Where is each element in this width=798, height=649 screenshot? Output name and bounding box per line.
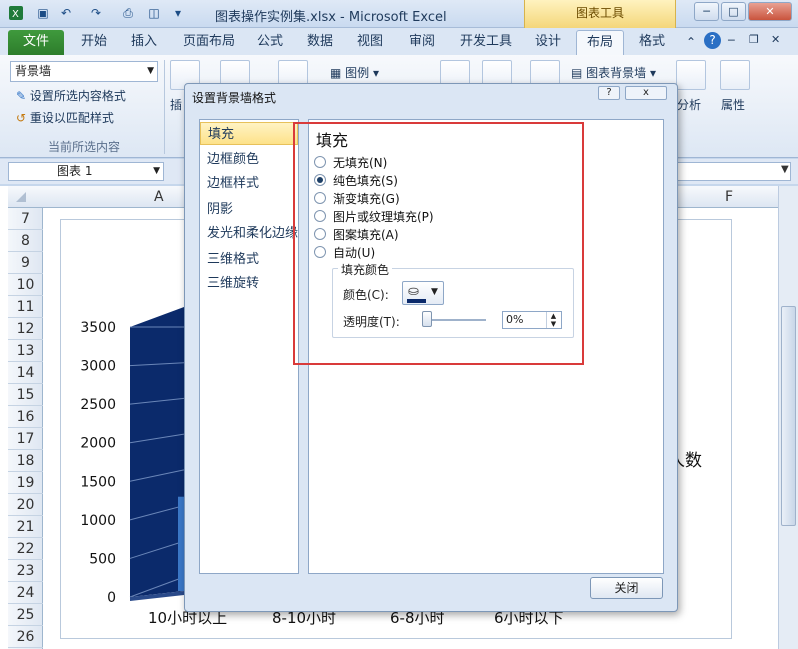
dialog-title: 设置背景墙格式 <box>192 91 277 105</box>
y-tick-label: 1500 <box>80 474 116 490</box>
undo-icon[interactable]: ↶ <box>58 5 74 21</box>
row-header-11[interactable]: 11 <box>8 296 43 318</box>
row-header-21[interactable]: 21 <box>8 516 43 538</box>
customize-toolbar-icon[interactable]: ▾ <box>170 5 186 21</box>
tab-design[interactable]: 设计 <box>528 30 568 55</box>
tab-format[interactable]: 格式 <box>632 30 672 55</box>
doc-minimize-icon[interactable]: ─ <box>728 34 735 47</box>
nav-glow-soft-edges[interactable]: 发光和柔化边缘 <box>200 222 298 245</box>
tab-layout[interactable]: 布局 <box>576 30 624 55</box>
y-tick-label: 3000 <box>80 359 116 375</box>
print-icon[interactable]: ⎙ <box>120 5 136 21</box>
tab-developer[interactable]: 开发工具 <box>454 30 518 55</box>
column-f-header[interactable]: F <box>725 189 733 205</box>
row-header-24[interactable]: 24 <box>8 582 43 604</box>
row-headers: 7 8 9 10 11 12 13 14 15 16 17 18 19 20 21 22 23 24 25 26 <box>8 208 43 649</box>
row-header-26[interactable]: 26 <box>8 626 43 648</box>
row-header-10[interactable]: 10 <box>8 274 43 296</box>
y-tick-label: 1000 <box>80 513 116 529</box>
nav-shadow[interactable]: 阴影 <box>200 198 298 221</box>
vertical-scrollbar[interactable] <box>778 186 798 649</box>
chart-wall-button[interactable]: ▤ 图表背景墙 ▾ <box>571 64 656 81</box>
nav-3d-rotation[interactable]: 三维旋转 <box>200 272 298 295</box>
row-header-15[interactable]: 15 <box>8 384 43 406</box>
group-current-selection: 当前所选内容 <box>47 140 120 154</box>
print-preview-icon[interactable]: ◫ <box>146 5 162 21</box>
chart-element-select[interactable]: 背景墙 ▼ <box>10 61 158 82</box>
scroll-thumb[interactable] <box>781 306 796 526</box>
row-header-7[interactable]: 7 <box>8 208 43 230</box>
row-header-9[interactable]: 9 <box>8 252 43 274</box>
legend-icon: ▦ <box>330 66 342 80</box>
help-icon[interactable]: ? <box>704 32 721 49</box>
reset-icon: ↺ <box>16 111 27 125</box>
tab-view[interactable]: 视图 <box>350 30 390 55</box>
select-all-icon[interactable] <box>16 192 26 202</box>
excel-logo-icon: X <box>8 5 24 21</box>
name-box[interactable]: 图表 1 ▼ <box>8 162 164 181</box>
formula-input[interactable] <box>677 162 791 181</box>
expand-formula-icon[interactable]: ▼ <box>781 164 789 175</box>
y-tick-label: 0 <box>107 590 116 606</box>
tab-page-layout[interactable]: 页面布局 <box>178 30 240 55</box>
y-tick-label: 2500 <box>80 397 116 413</box>
maximize-button[interactable]: □ <box>721 2 746 21</box>
tab-file[interactable]: 文件 <box>8 30 64 55</box>
nav-3d-format[interactable]: 三维格式 <box>200 248 298 271</box>
legend-button[interactable]: ▦ 图例 ▾ <box>330 64 379 81</box>
chart-wall-icon: ▤ <box>571 66 583 80</box>
row-header-19[interactable]: 19 <box>8 472 43 494</box>
properties-label[interactable]: 属性 <box>721 96 745 113</box>
save-icon[interactable]: ▣ <box>35 5 51 21</box>
row-header-14[interactable]: 14 <box>8 362 43 384</box>
ribbon-tabs: 文件 开始 插入 页面布局 公式 数据 视图 审阅 开发工具 设计 布局 格式 … <box>0 28 798 55</box>
dialog-nav-list: 填充 边框颜色 边框样式 阴影 发光和柔化边缘 三维格式 三维旋转 <box>199 119 299 574</box>
y-tick-label: 500 <box>89 551 116 567</box>
row-header-8[interactable]: 8 <box>8 230 43 252</box>
dialog-close-button[interactable]: 关闭 <box>590 577 663 599</box>
title-bar: X ▣ ↶ ↷ ⎙ ◫ ▾ 图表操作实例集.xlsx - Microsoft E… <box>0 0 798 28</box>
doc-close-icon[interactable]: ✕ <box>771 33 780 46</box>
tab-insert[interactable]: 插入 <box>124 30 164 55</box>
tab-home[interactable]: 开始 <box>74 30 114 55</box>
svg-text:X: X <box>12 9 19 20</box>
row-header-16[interactable]: 16 <box>8 406 43 428</box>
format-selection-button[interactable]: ✎ 设置所选内容格式 <box>16 87 126 104</box>
row-header-20[interactable]: 20 <box>8 494 43 516</box>
close-window-button[interactable]: ✕ <box>748 2 792 21</box>
reset-style-button[interactable]: ↺ 重设以匹配样式 <box>16 109 114 126</box>
highlight-box <box>293 122 584 365</box>
window-title: 图表操作实例集.xlsx - Microsoft Excel <box>215 10 447 25</box>
properties-icon[interactable] <box>720 60 750 90</box>
ribbon-divider <box>164 60 165 154</box>
tab-data[interactable]: 数据 <box>300 30 340 55</box>
row-header-23[interactable]: 23 <box>8 560 43 582</box>
nav-fill[interactable]: 填充 <box>200 122 298 145</box>
row-header-13[interactable]: 13 <box>8 340 43 362</box>
insert-label[interactable]: 插 <box>170 96 182 113</box>
chart-tools-context: 图表工具 <box>524 0 676 28</box>
nav-border-color[interactable]: 边框颜色 <box>200 148 298 171</box>
row-header-18[interactable]: 18 <box>8 450 43 472</box>
dialog-close-x-button[interactable]: x <box>625 86 667 100</box>
format-icon: ✎ <box>16 89 27 103</box>
dialog-help-button[interactable]: ? <box>598 86 620 100</box>
chart-side-wall[interactable] <box>130 307 184 597</box>
row-header-25[interactable]: 25 <box>8 604 43 626</box>
minimize-button[interactable]: ─ <box>694 2 719 21</box>
analysis-icon[interactable] <box>676 60 706 90</box>
y-tick-label: 2000 <box>80 436 116 452</box>
nav-border-style[interactable]: 边框样式 <box>200 172 298 195</box>
analysis-label[interactable]: 分析 <box>677 96 701 113</box>
tab-review[interactable]: 审阅 <box>402 30 442 55</box>
row-header-17[interactable]: 17 <box>8 428 43 450</box>
redo-icon[interactable]: ↷ <box>88 5 104 21</box>
column-a-header[interactable]: A <box>154 189 164 205</box>
y-tick-label: 3500 <box>80 320 116 336</box>
row-header-22[interactable]: 22 <box>8 538 43 560</box>
row-header-12[interactable]: 12 <box>8 318 43 340</box>
collapse-ribbon-icon[interactable]: ⌃ <box>686 35 696 49</box>
doc-restore-icon[interactable]: ❐ <box>749 33 759 46</box>
tab-formulas[interactable]: 公式 <box>250 30 290 55</box>
